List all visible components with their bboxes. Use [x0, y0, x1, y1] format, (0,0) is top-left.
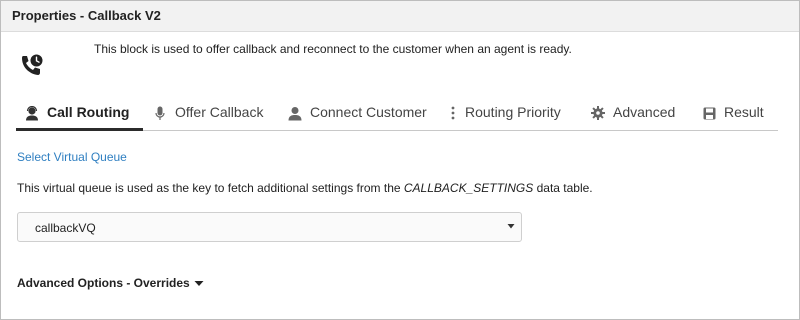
advanced-options-label: Advanced Options - Overrides — [17, 276, 190, 290]
agent-icon — [23, 105, 41, 121]
vertical-dots-icon — [448, 105, 458, 121]
help-text-suffix: data table. — [533, 181, 593, 195]
callback-settings-table-name: CALLBACK_SETTINGS — [403, 181, 534, 195]
advanced-options-toggle[interactable]: Advanced Options - Overrides — [17, 276, 204, 290]
title-bar: Properties - Callback V2 — [1, 1, 799, 32]
properties-panel: Properties - Callback V2 This block is u… — [0, 0, 800, 320]
tab-label: Call Routing — [47, 104, 130, 120]
save-icon — [700, 105, 718, 121]
tab-routing-priority[interactable]: Routing Priority — [448, 104, 561, 129]
active-tab-indicator — [16, 128, 143, 131]
panel-title: Properties - Callback V2 — [12, 8, 161, 23]
tab-label: Offer Callback — [175, 104, 264, 120]
virtual-queue-select[interactable]: callbackVQ — [17, 212, 522, 242]
caret-down-icon — [194, 280, 204, 286]
tab-offer-callback[interactable]: Offer Callback — [151, 104, 263, 129]
virtual-queue-help-text: This virtual queue is used as the key to… — [17, 181, 593, 195]
tab-result[interactable]: Result — [700, 104, 764, 129]
tab-bar: Call Routing Offer Callback Connect Cust… — [16, 104, 778, 131]
phone-clock-icon — [22, 54, 43, 75]
person-icon — [286, 105, 304, 121]
tab-label: Routing Priority — [465, 104, 561, 120]
help-text-prefix: This virtual queue is used as the key to… — [17, 181, 404, 195]
tab-call-routing[interactable]: Call Routing — [23, 104, 129, 129]
tab-label: Connect Customer — [310, 104, 427, 120]
microphone-icon — [151, 105, 169, 121]
tab-label: Result — [724, 104, 764, 120]
block-description: This block is used to offer callback and… — [94, 42, 572, 56]
gear-icon — [589, 105, 607, 121]
tab-advanced[interactable]: Advanced — [589, 104, 675, 129]
select-virtual-queue-link[interactable]: Select Virtual Queue — [17, 150, 127, 164]
virtual-queue-selected-value: callbackVQ — [35, 221, 96, 235]
tab-label: Advanced — [613, 104, 676, 120]
chevron-down-icon — [507, 224, 515, 229]
tab-connect-customer[interactable]: Connect Customer — [286, 104, 427, 129]
